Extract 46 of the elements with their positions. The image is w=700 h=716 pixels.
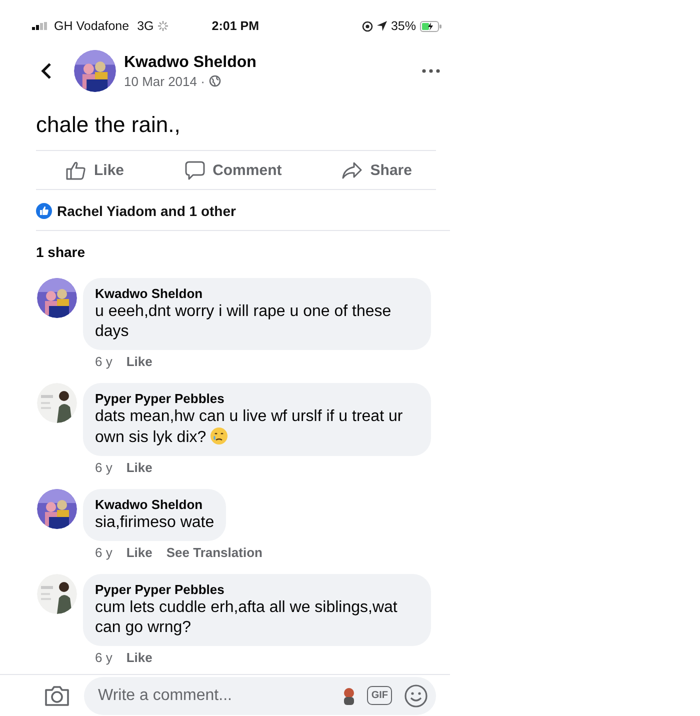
comment-action-link[interactable]: Like	[126, 354, 152, 369]
comment-button[interactable]: Comment	[184, 151, 282, 189]
comment-text: sia,firimeso wate	[95, 513, 214, 533]
commenter-name[interactable]: Kwadwo Sheldon	[95, 286, 419, 301]
more-icon[interactable]	[422, 69, 440, 73]
share-count[interactable]: 1 share	[36, 230, 450, 260]
comment-action-link[interactable]: Like	[126, 545, 152, 560]
signal-icon	[32, 22, 50, 30]
share-arrow-icon	[342, 162, 362, 178]
comment-age: 6 y	[95, 650, 112, 665]
share-button[interactable]: Share	[342, 151, 412, 189]
like-button[interactable]: Like	[66, 151, 124, 189]
back-icon[interactable]	[40, 62, 52, 80]
post-text: chale the rain.,	[36, 112, 182, 138]
comment-text: u eeeh,dnt worry i will rape u one of these days	[95, 302, 392, 342]
network-type: 3G	[137, 19, 154, 33]
avatar-sticker-icon[interactable]	[343, 686, 356, 704]
speech-bubble-icon	[184, 160, 205, 180]
commenter-name[interactable]: Kwadwo Sheldon	[95, 497, 214, 512]
comment-action-link[interactable]: See Translation	[166, 545, 262, 560]
location-arrow-icon	[376, 21, 387, 31]
comment-age: 6 y	[95, 545, 112, 560]
carrier-name: GH Vodafone	[54, 19, 130, 33]
reaction-summary[interactable]: Rachel Yiadom and 1 other	[57, 203, 236, 219]
battery-icon	[420, 20, 442, 32]
author-name[interactable]: Kwadwo Sheldon	[124, 54, 256, 72]
comment-action-link[interactable]: Like	[126, 460, 152, 475]
commenter-name[interactable]: Pyper Pyper Pebbles	[95, 391, 419, 406]
comment-action-link[interactable]: Like	[126, 650, 152, 665]
globe-icon	[208, 75, 221, 87]
smiley-icon[interactable]	[404, 684, 428, 708]
battery-percent: 35%	[390, 19, 416, 33]
comment-age: 6 y	[95, 460, 112, 475]
thumbs-up-icon	[66, 160, 86, 180]
camera-icon[interactable]	[44, 684, 70, 706]
gif-button[interactable]: GIF	[367, 686, 392, 705]
loading-icon	[158, 21, 168, 31]
comment-age: 6 y	[95, 354, 112, 369]
comment-text: dats mean,hw can u live wf urslf if u treat ur own sis lyk dix?	[95, 407, 404, 448]
post-date: 10 Mar 2014 ·	[124, 74, 205, 88]
like-reaction-icon	[36, 203, 52, 219]
lock-rotation-icon	[362, 20, 373, 32]
commenter-name[interactable]: Pyper Pyper Pebbles	[95, 582, 419, 597]
comment-text: cum lets cuddle erh,afta all we siblings,wat can go wrng?	[95, 598, 398, 638]
comment-input-field[interactable]: Write a comment... GIF	[84, 676, 436, 714]
clock-time: 2:01 PM	[212, 19, 259, 33]
